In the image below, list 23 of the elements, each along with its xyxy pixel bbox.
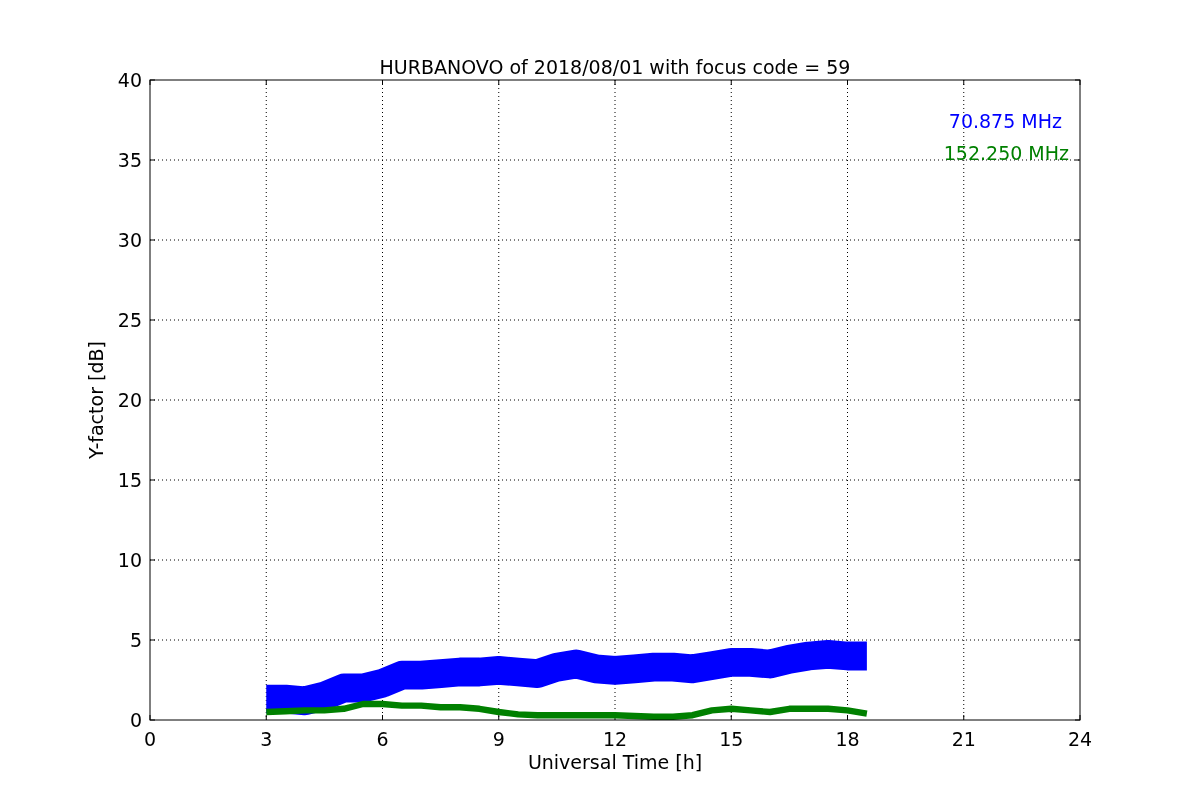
tick-label: 3 (260, 728, 273, 750)
legend-label: 152.250 MHz (943, 142, 1069, 164)
chart-title: HURBANOVO of 2018/08/01 with focus code = 59 (379, 56, 851, 78)
legend-label: 70.875 MHz (948, 110, 1062, 132)
tick-label: 18 (835, 728, 860, 750)
tick-label: 30 (117, 229, 142, 251)
tick-label: 24 (1067, 728, 1093, 750)
tick-label: 15 (117, 469, 142, 491)
tick-label: 20 (117, 389, 142, 411)
tick-label: 40 (117, 69, 142, 91)
tick-label: 5 (129, 629, 142, 651)
tick-label: 10 (117, 549, 142, 571)
axis-label: Universal Time [h] (527, 751, 703, 773)
tick-label: 0 (143, 728, 157, 750)
axis-label: Y-factor [dB] (85, 341, 107, 459)
tick-label: 35 (117, 149, 142, 171)
tick-label: 21 (951, 728, 976, 750)
tick-label: 15 (719, 728, 744, 750)
tick-label: 0 (129, 709, 142, 731)
tick-label: 12 (602, 728, 628, 750)
tick-label: 6 (376, 728, 389, 750)
tick-label: 9 (492, 728, 505, 750)
tick-label: 25 (117, 309, 142, 331)
